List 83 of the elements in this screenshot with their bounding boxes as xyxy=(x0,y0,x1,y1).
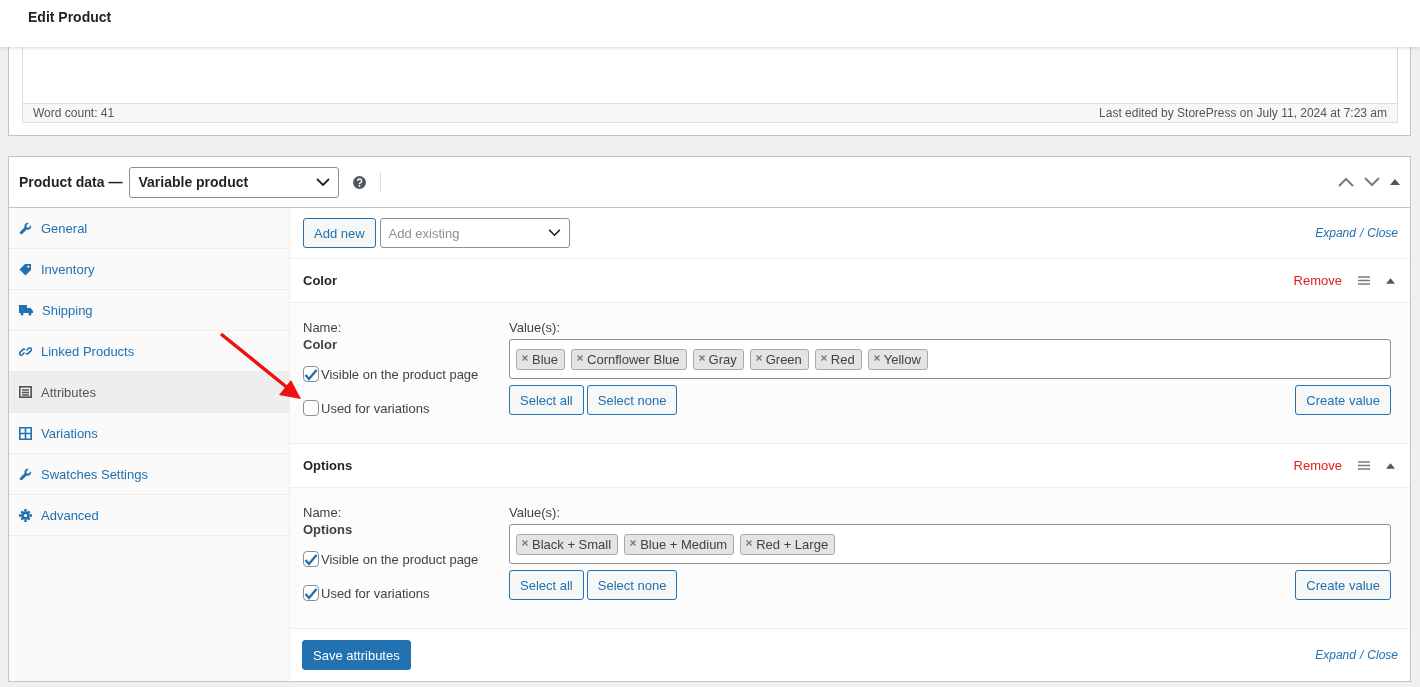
move-down-icon[interactable] xyxy=(1364,177,1380,187)
create-value-button[interactable]: Create value xyxy=(1295,385,1391,415)
sidebar-tab[interactable]: Swatches Settings xyxy=(9,454,289,495)
value-tag[interactable]: Black + Small xyxy=(516,533,619,555)
remove-link[interactable]: Remove xyxy=(1293,273,1342,288)
add-existing-select[interactable]: Add existing xyxy=(379,218,570,248)
sidebar-tab[interactable]: Variations xyxy=(9,413,289,454)
create-value-button[interactable]: Create value xyxy=(1295,570,1391,600)
move-up-icon[interactable] xyxy=(1338,177,1354,187)
drag-handle-icon[interactable] xyxy=(1358,276,1370,285)
link-icon xyxy=(19,344,32,358)
product-type-select[interactable]: Variable product xyxy=(129,166,340,198)
help-icon[interactable] xyxy=(353,175,367,189)
remove-icon[interactable] xyxy=(522,355,528,361)
collapse-icon[interactable] xyxy=(1386,462,1395,469)
panel-title: Product data — xyxy=(19,174,123,190)
value-tag[interactable]: Green xyxy=(749,348,809,370)
remove-link[interactable]: Remove xyxy=(1293,458,1342,473)
values-field[interactable]: Black + Small Blue + Medium Red + Large xyxy=(509,524,1391,564)
value-tag[interactable]: Blue + Medium xyxy=(624,533,735,555)
visible-checkbox[interactable] xyxy=(303,551,319,567)
value-tag[interactable]: Blue xyxy=(516,348,566,370)
drag-handle-icon[interactable] xyxy=(1358,461,1370,470)
chevron-down-icon xyxy=(316,177,331,187)
value-tag[interactable]: Red xyxy=(814,348,862,370)
remove-icon[interactable] xyxy=(698,355,705,361)
close-link[interactable]: Close xyxy=(1367,648,1398,662)
remove-icon[interactable] xyxy=(820,355,827,361)
last-edited-text: Last edited by StorePress on July 11, 2024 at 7:23 am xyxy=(1099,106,1387,120)
remove-icon[interactable] xyxy=(873,355,880,361)
tag-icon xyxy=(19,262,32,276)
remove-icon[interactable] xyxy=(755,355,762,361)
name-label: Name: xyxy=(303,504,343,522)
remove-icon[interactable] xyxy=(746,540,753,546)
name-label: Name: xyxy=(303,319,343,337)
sidebar-tab[interactable]: Inventory xyxy=(9,249,289,290)
save-attributes-button[interactable]: Save attributes xyxy=(302,640,411,670)
select-all-button[interactable]: Select all xyxy=(509,570,584,600)
expand-link[interactable]: Expand xyxy=(1315,226,1356,240)
value-tag[interactable]: Yellow xyxy=(867,348,928,370)
wrench-icon xyxy=(19,221,32,235)
checkbox-label: Used for variations xyxy=(321,400,430,416)
values-label: Value(s): xyxy=(509,319,562,337)
select-none-button[interactable]: Select none xyxy=(586,570,678,600)
chevron-down-icon xyxy=(547,229,561,237)
expand-link[interactable]: Expand xyxy=(1315,648,1356,662)
list-icon xyxy=(19,386,32,398)
link-separator: / xyxy=(1359,648,1364,662)
remove-icon[interactable] xyxy=(522,540,528,546)
sidebar-tab[interactable]: General xyxy=(9,208,289,249)
word-count: Word count: 41 xyxy=(33,106,115,120)
variations-checkbox[interactable] xyxy=(303,400,319,416)
checkbox-label: Visible on the product page xyxy=(321,551,479,567)
remove-icon[interactable] xyxy=(630,540,637,546)
add-new-button[interactable]: Add new xyxy=(303,218,376,248)
sidebar-tab[interactable]: Advanced xyxy=(9,495,289,536)
value-tag[interactable]: Gray xyxy=(692,348,744,370)
gear-icon xyxy=(19,508,32,522)
sidebar-tab[interactable]: Attributes xyxy=(9,372,289,413)
select-all-button[interactable]: Select all xyxy=(509,385,584,415)
collapse-icon[interactable] xyxy=(1390,179,1400,185)
remove-icon[interactable] xyxy=(577,355,584,361)
grid-icon xyxy=(19,426,32,440)
link-separator: / xyxy=(1359,226,1364,240)
close-link[interactable]: Close xyxy=(1367,226,1398,240)
value-tag[interactable]: Cornflower Blue xyxy=(571,348,687,370)
visible-checkbox[interactable] xyxy=(303,366,319,382)
truck-icon xyxy=(19,304,33,316)
attribute-title: Options xyxy=(303,458,353,473)
attribute-name: Color xyxy=(303,337,338,353)
page-title: Edit Product xyxy=(28,9,112,25)
attribute-name: Options xyxy=(303,522,354,538)
checkbox-label: Used for variations xyxy=(321,585,430,601)
select-none-button[interactable]: Select none xyxy=(586,385,678,415)
variations-checkbox[interactable] xyxy=(303,585,319,601)
checkbox-label: Visible on the product page xyxy=(321,366,479,382)
collapse-icon[interactable] xyxy=(1386,277,1395,284)
attribute-title: Color xyxy=(303,273,337,288)
wrench-icon xyxy=(19,467,32,481)
sidebar-tab[interactable]: Shipping xyxy=(9,290,289,331)
value-tag[interactable]: Red + Large xyxy=(740,533,836,555)
values-label: Value(s): xyxy=(509,504,562,522)
values-field[interactable]: Blue Cornflower Blue Gray Green Red Yellow xyxy=(509,339,1391,379)
